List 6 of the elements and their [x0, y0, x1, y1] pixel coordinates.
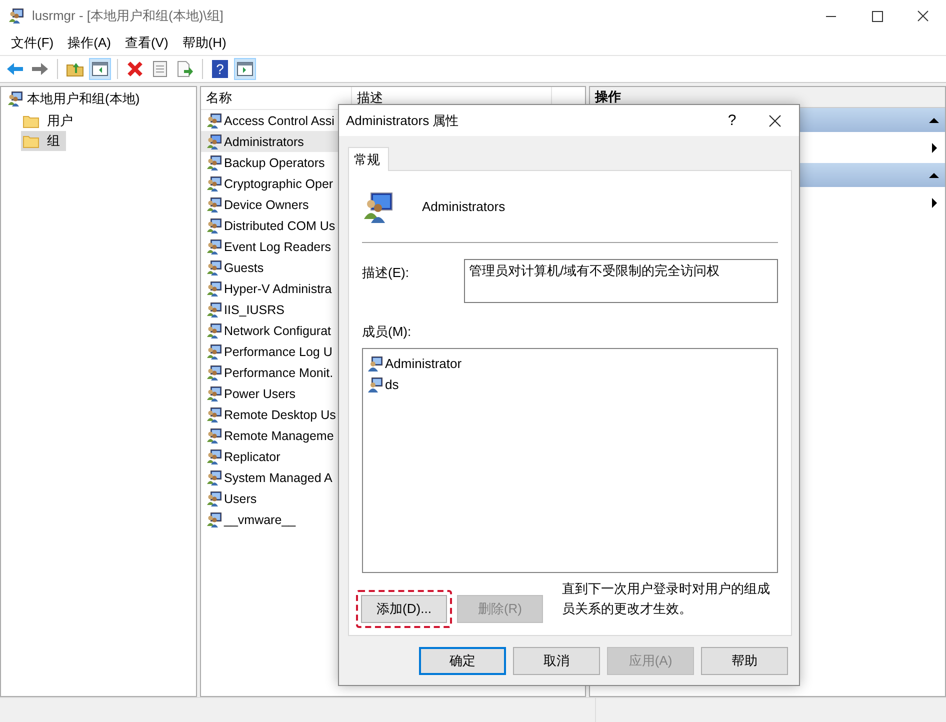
info-text: 直到下一次用户登录时对用户的组成员关系的更改才生效。 — [562, 580, 771, 618]
window-title: lusrmgr - [本地用户和组(本地)\组] — [32, 6, 224, 24]
dialog-title: Administrators 属性 — [346, 112, 460, 130]
field-label: 描述(E): — [362, 264, 410, 282]
field-label: 成员(M): — [362, 323, 412, 341]
group-name: Administrators — [422, 199, 506, 214]
